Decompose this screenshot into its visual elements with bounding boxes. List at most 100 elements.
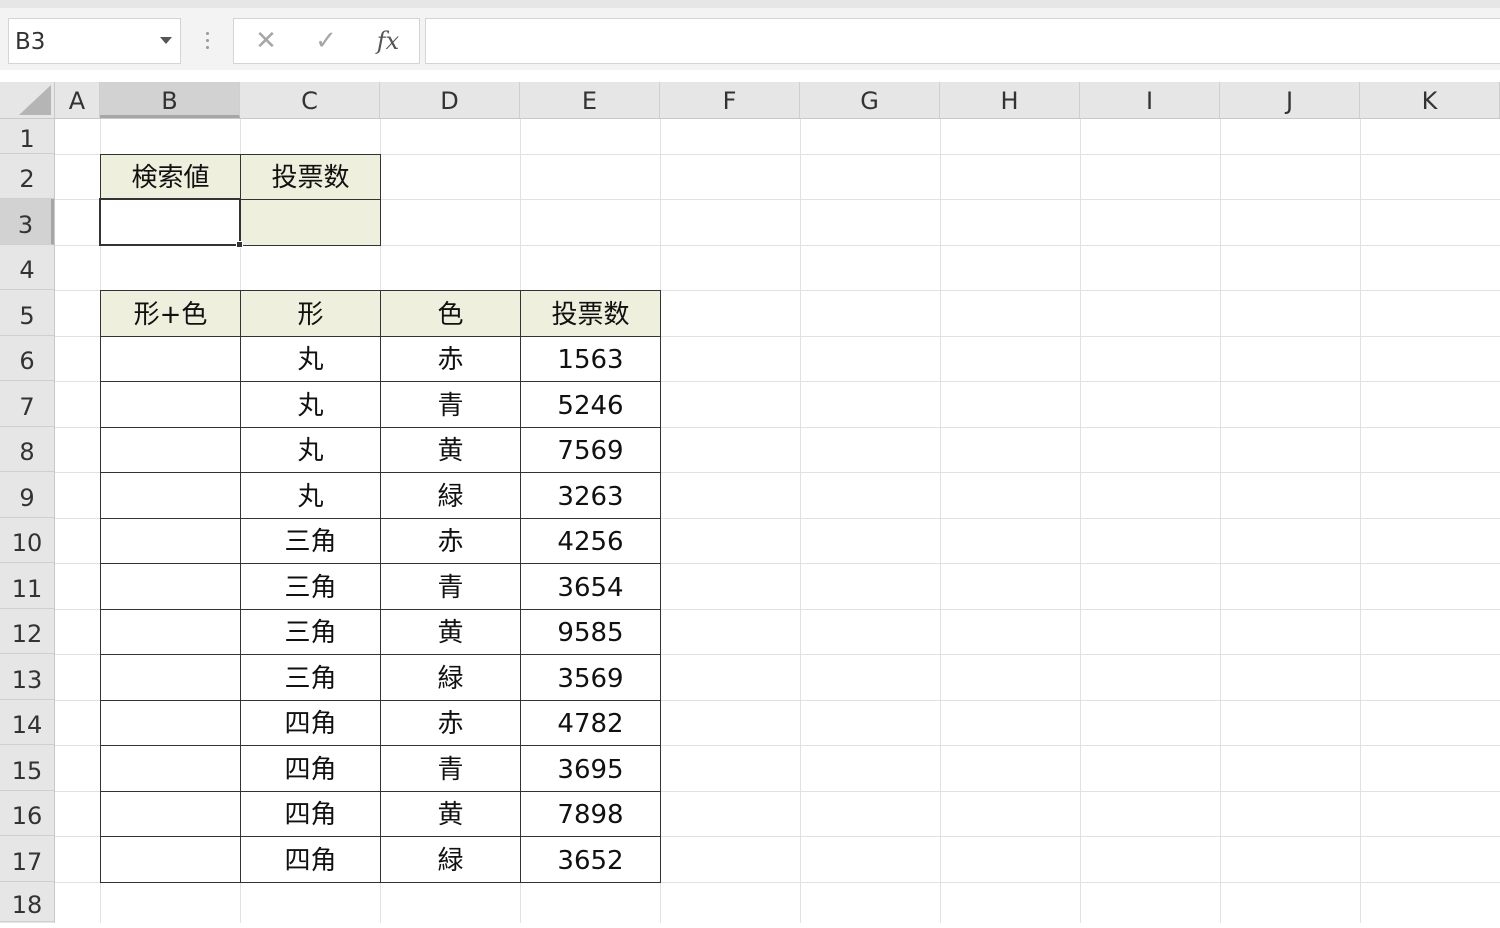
table-cell[interactable]: 赤 [380,336,521,382]
column-header-g[interactable]: G [800,82,940,118]
table-cell[interactable] [100,381,241,428]
table-cell[interactable]: 3263 [520,472,661,519]
row-header-18[interactable]: 18 [0,882,54,922]
row-header-15[interactable]: 15 [0,745,54,791]
table-cell[interactable]: 緑 [380,654,521,701]
column-header-j[interactable]: J [1220,82,1360,118]
worksheet-grid[interactable]: ABCDEFGHIJK 1 2 3 4 5 6 7 8 9 10 11 12 13 14 15 16 17 18 … [0,70,1500,923]
table-cell[interactable] [100,472,241,519]
row-headers: 1 2 3 4 5 6 7 8 9 10 11 12 13 14 15 16 17 18 [0,119,55,923]
table-cell[interactable]: 青 [380,563,521,610]
table-cell[interactable] [100,745,241,792]
formula-bar-grip-icon[interactable] [203,30,211,54]
table-cell[interactable]: 緑 [380,836,521,883]
table-cell[interactable]: 丸 [240,381,381,428]
table-cell[interactable]: 三角 [240,609,381,655]
table-cell[interactable]: 7898 [520,791,661,837]
table-cell[interactable] [100,836,241,883]
row-header-9[interactable]: 9 [0,472,54,518]
table-cell[interactable]: 3652 [520,836,661,883]
row-header-7[interactable]: 7 [0,381,54,427]
table-cell[interactable] [100,654,241,701]
column-header-b[interactable]: B [100,82,240,118]
fill-handle[interactable] [236,241,243,248]
table-cell[interactable]: 三角 [240,654,381,701]
column-header-k[interactable]: K [1360,82,1500,118]
table-cell[interactable]: 7569 [520,427,661,473]
insert-function-icon[interactable]: fx [366,19,410,63]
table-cell[interactable]: 三角 [240,518,381,564]
table-cell[interactable]: 3654 [520,563,661,610]
data-header-cell[interactable]: 形 [240,290,381,337]
row-header-16[interactable]: 16 [0,791,54,836]
row-header-8[interactable]: 8 [0,427,54,472]
table-cell[interactable] [100,518,241,564]
column-header-h[interactable]: H [940,82,1080,118]
row-header-6[interactable]: 6 [0,336,54,381]
enter-icon[interactable]: ✓ [304,19,348,63]
table-cell[interactable]: 丸 [240,336,381,382]
table-cell[interactable]: 三角 [240,563,381,610]
table-cell[interactable]: 3569 [520,654,661,701]
table-cell[interactable]: 4782 [520,700,661,746]
name-box-value: B3 [15,29,46,55]
lookup-result-cell[interactable] [240,199,381,246]
table-cell[interactable]: 青 [380,381,521,428]
table-cell[interactable] [100,700,241,746]
lookup-header-cell[interactable]: 投票数 [240,154,381,200]
table-cell[interactable]: 赤 [380,700,521,746]
row-header-1[interactable]: 1 [0,119,54,154]
column-header-f[interactable]: F [660,82,800,118]
row-header-12[interactable]: 12 [0,609,54,654]
table-cell[interactable] [100,427,241,473]
table-cell[interactable]: 青 [380,745,521,792]
table-cell[interactable]: 9585 [520,609,661,655]
row-header-14[interactable]: 14 [0,700,54,745]
row-header-13[interactable]: 13 [0,654,54,700]
table-cell[interactable]: 四角 [240,791,381,837]
row-header-11[interactable]: 11 [0,563,54,609]
name-box-dropdown-icon[interactable] [160,37,172,44]
table-cell[interactable]: 丸 [240,472,381,519]
table-cell[interactable]: 赤 [380,518,521,564]
row-header-5[interactable]: 5 [0,290,54,336]
window-top-strip [0,0,1500,8]
column-header-e[interactable]: E [520,82,660,118]
select-all-button[interactable] [0,82,55,119]
table-cell[interactable]: 四角 [240,836,381,883]
table-cell[interactable]: 黄 [380,427,521,473]
name-box[interactable]: B3 [8,18,181,64]
data-header-cell[interactable]: 投票数 [520,290,661,337]
row-header-17[interactable]: 17 [0,836,54,882]
table-cell[interactable] [100,563,241,610]
column-header-d[interactable]: D [380,82,520,118]
data-header-cell[interactable]: 形+色 [100,290,241,337]
gridline-vertical [1220,119,1221,923]
table-cell[interactable]: 四角 [240,700,381,746]
table-cell[interactable]: 黄 [380,609,521,655]
lookup-header-cell[interactable]: 検索値 [100,154,241,200]
column-header-c[interactable]: C [240,82,380,118]
row-header-10[interactable]: 10 [0,518,54,563]
table-cell[interactable] [100,791,241,837]
table-cell[interactable]: 四角 [240,745,381,792]
column-header-a[interactable]: A [55,82,100,118]
table-cell[interactable]: 緑 [380,472,521,519]
row-header-3[interactable]: 3 [0,199,54,245]
table-cell[interactable]: 1563 [520,336,661,382]
table-cell[interactable]: 4256 [520,518,661,564]
table-cell[interactable] [100,336,241,382]
table-cell[interactable]: 3695 [520,745,661,792]
table-cell[interactable]: 丸 [240,427,381,473]
row-header-4[interactable]: 4 [0,245,54,290]
data-header-cell[interactable]: 色 [380,290,521,337]
table-cell[interactable]: 黄 [380,791,521,837]
cancel-icon[interactable]: ✕ [244,19,288,63]
gridline-vertical [1360,119,1361,923]
table-cell[interactable] [100,609,241,655]
table-cell[interactable]: 5246 [520,381,661,428]
column-header-i[interactable]: I [1080,82,1220,118]
active-cell-b3[interactable] [99,198,241,246]
formula-input[interactable] [425,18,1500,64]
row-header-2[interactable]: 2 [0,154,54,199]
